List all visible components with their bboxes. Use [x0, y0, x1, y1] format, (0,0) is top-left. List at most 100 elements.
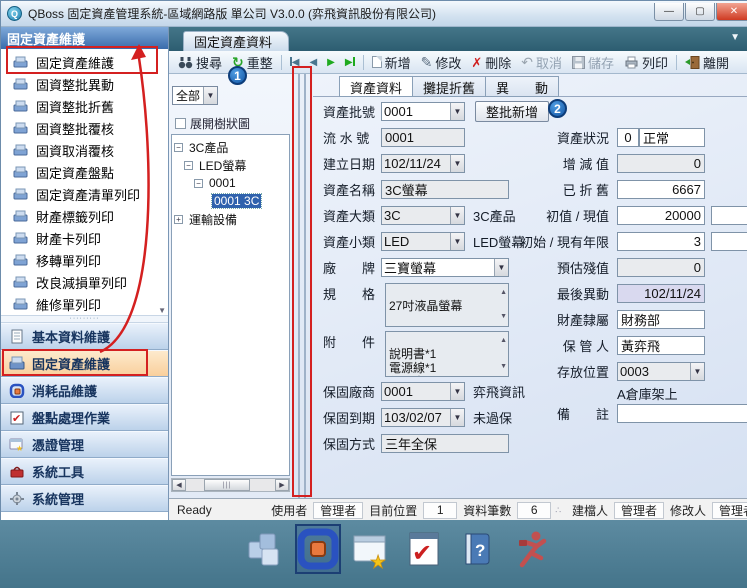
section-basic-data-maintenance[interactable]: 基本資料維護	[1, 323, 168, 350]
print-button[interactable]: 列印	[619, 52, 673, 73]
expand-icon[interactable]: +	[174, 215, 183, 224]
sidebar-item-improvement-loss-print[interactable]: 改良減損單列印	[1, 271, 168, 293]
nav-prev-button[interactable]: ◀	[304, 52, 322, 73]
tab-list-arrow-icon[interactable]: ▼	[730, 32, 740, 43]
warranty-vendor-field[interactable]: 0001 ▼	[381, 382, 465, 401]
asset-status-field[interactable]: 正常	[639, 128, 705, 147]
dock: ★ ✔ ?	[243, 525, 552, 573]
section-fixed-asset-maintenance[interactable]: 固定資產維護	[1, 350, 168, 377]
add-button[interactable]: 新增	[367, 52, 416, 73]
window-star-icon[interactable]: ★	[349, 525, 393, 573]
sidebar-item-asset-inventory[interactable]: 固定資產盤點	[1, 161, 168, 183]
tree-node-led[interactable]: − LED螢幕	[172, 156, 289, 174]
remarks-field[interactable]	[617, 404, 747, 423]
sidebar-item-fixed-asset-maintenance[interactable]: 固定資產維護	[1, 51, 168, 73]
section-system-tools[interactable]: 系統工具	[1, 458, 168, 485]
section-system-admin[interactable]: 系統管理	[1, 485, 168, 512]
chevron-down-icon[interactable]: ▼	[450, 383, 464, 400]
chevron-down-icon[interactable]: ▼	[450, 103, 464, 120]
panel-splitter[interactable]	[293, 74, 313, 498]
save-button[interactable]: 儲存	[567, 52, 619, 73]
tree-node-0001-3c[interactable]: 0001 3C	[172, 192, 289, 210]
asset-batch-field[interactable]: 0001 ▼	[381, 102, 465, 121]
batch-add-button[interactable]: 整批新增	[475, 101, 549, 122]
last-change-date-field[interactable]: 102/11/24	[617, 284, 705, 303]
section-label: 盤點處理作業	[32, 408, 110, 427]
custodian-field[interactable]: 黃弈飛	[617, 336, 705, 355]
estimated-salvage-field[interactable]: 0	[617, 258, 705, 277]
warranty-expiry-field[interactable]: 103/02/07 ▼	[381, 408, 465, 427]
chevron-down-icon[interactable]: ▼	[690, 363, 704, 380]
current-value-extra-field[interactable]	[711, 206, 747, 225]
storage-location-field[interactable]: 0003 ▼	[617, 362, 705, 381]
delete-button[interactable]: ✗ 刪除	[466, 52, 516, 73]
current-years-extra-field[interactable]	[711, 232, 747, 251]
chevron-down-icon[interactable]: ▼	[450, 233, 464, 250]
create-date-field[interactable]: 102/11/24 ▼	[381, 154, 465, 173]
section-voucher-management[interactable]: ★ 憑證管理	[1, 431, 168, 458]
spec-textarea[interactable]: 27吋液晶螢幕 ▲ ▼	[385, 283, 509, 327]
brand-field[interactable]: 三寶螢幕 ▼	[381, 258, 509, 277]
collapse-icon[interactable]: −	[174, 143, 183, 152]
close-button[interactable]: ✕	[716, 3, 747, 21]
warranty-type-field[interactable]: 三年全保	[381, 434, 509, 453]
tab-depreciation[interactable]: 攤提折舊	[413, 76, 486, 97]
collapse-icon[interactable]: −	[194, 179, 203, 188]
sidebar-item-batch-depreciation[interactable]: 固資整批折舊	[1, 95, 168, 117]
sidebar-item-repair-slip-print[interactable]: 維修單列印	[1, 293, 168, 315]
depreciated-amount-field[interactable]: 6667	[617, 180, 705, 199]
property-department-field[interactable]: 財務部	[617, 310, 705, 329]
help-book-icon[interactable]: ?	[455, 525, 499, 573]
section-inventory-processing[interactable]: ✔ 盤點處理作業	[1, 404, 168, 431]
sidebar-splitter-grip[interactable]: ·········	[1, 315, 168, 323]
chevron-down-icon[interactable]: ▼	[203, 87, 217, 104]
asset-major-category-field[interactable]: 3C ▼	[381, 206, 465, 225]
attachments-textarea[interactable]: 說明書*1 電源線*1 保固書*1 ▲ ▼	[385, 331, 509, 377]
search-button[interactable]: 搜尋	[173, 52, 227, 73]
chevron-down-icon[interactable]: ▼	[450, 155, 464, 172]
nav-next-button[interactable]: ▶	[322, 52, 340, 73]
sidebar-item-batch-change[interactable]: 固資整批異動	[1, 73, 168, 95]
adjustment-value-field[interactable]: 0	[617, 154, 705, 173]
tab-fixed-asset-data[interactable]: 固定資產資料	[183, 31, 289, 51]
chevron-down-icon[interactable]: ▼	[450, 409, 464, 426]
tab-changes[interactable]: 異 動	[486, 76, 559, 97]
expand-tree-checkbox[interactable]	[175, 118, 186, 129]
sidebar-item-property-label-print[interactable]: 財產標籤列印	[1, 205, 168, 227]
scroll-right-icon[interactable]: ▶	[275, 479, 289, 491]
qboss-active-app-icon[interactable]	[296, 525, 340, 573]
section-consumables-maintenance[interactable]: 消耗品維護	[1, 377, 168, 404]
tree-node-0001[interactable]: − 0001	[172, 174, 289, 192]
edit-button[interactable]: ✎ 修改	[416, 52, 467, 73]
tree-filter-dropdown[interactable]: 全部 ▼	[172, 86, 218, 105]
scrollbar-thumb[interactable]: |||	[204, 479, 250, 491]
running-person-icon[interactable]	[508, 525, 552, 573]
sidebar-scroll-down-icon[interactable]: ▼	[158, 306, 166, 315]
scroll-left-icon[interactable]: ◀	[172, 479, 186, 491]
cancel-button[interactable]: ↶ 取消	[516, 52, 567, 73]
sidebar-item-cancel-review[interactable]: 固資取消覆核	[1, 139, 168, 161]
maximize-button[interactable]: ▢	[685, 3, 715, 21]
asset-status-code-field[interactable]: 0	[617, 128, 639, 147]
initial-current-years-field[interactable]: 3	[617, 232, 705, 251]
tab-asset-data[interactable]: 資產資料	[339, 76, 413, 97]
collapse-icon[interactable]: −	[184, 161, 193, 170]
sidebar-item-batch-review[interactable]: 固資整批覆核	[1, 117, 168, 139]
sidebar-item-asset-list-print[interactable]: 固定資產清單列印	[1, 183, 168, 205]
sidebar-item-property-card-print[interactable]: 財產卡列印	[1, 227, 168, 249]
exit-button[interactable]: 離開	[680, 52, 734, 73]
chevron-down-icon[interactable]: ▼	[450, 207, 464, 224]
window-checkmark-icon[interactable]: ✔	[402, 525, 446, 573]
sidebar-item-transfer-slip-print[interactable]: 移轉單列印	[1, 249, 168, 271]
serial-number-field[interactable]: 0001	[381, 128, 465, 147]
tree-horizontal-scrollbar[interactable]: ◀ ||| ▶	[171, 478, 290, 492]
minimize-button[interactable]: —	[654, 3, 684, 21]
asset-name-field[interactable]: 3C螢幕	[381, 180, 509, 199]
asset-minor-category-field[interactable]: LED ▼	[381, 232, 465, 251]
cubes-icon[interactable]	[243, 525, 287, 573]
initial-current-value-field[interactable]: 20000	[617, 206, 705, 225]
tree-node-transport[interactable]: + 運輸設備	[172, 210, 289, 228]
nav-last-button[interactable]: ▶	[340, 52, 360, 73]
nav-first-button[interactable]: ◀	[285, 52, 305, 73]
tree-node-3c[interactable]: − 3C產品	[172, 138, 289, 156]
